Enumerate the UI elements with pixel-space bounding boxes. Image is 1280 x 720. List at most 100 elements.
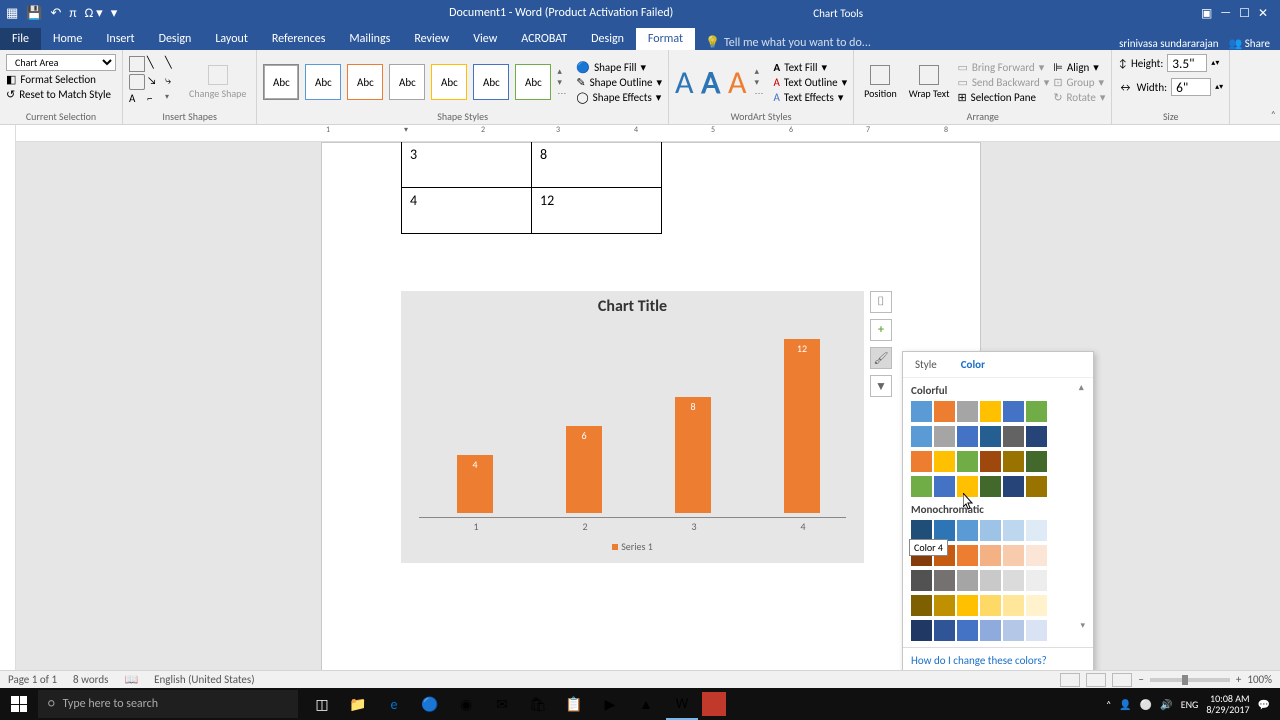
color-swatch[interactable] xyxy=(1003,620,1024,641)
color-swatch[interactable] xyxy=(980,620,1001,641)
shape-outline-button[interactable]: ✎ Shape Outline ▾ xyxy=(576,76,662,89)
color-swatch[interactable] xyxy=(957,451,978,472)
taskbar-search[interactable]: ○ Type here to search xyxy=(38,690,298,718)
tray-clock[interactable]: 10:08 AM8/29/2017 xyxy=(1206,693,1249,715)
bring-forward-button[interactable]: ▭ Bring Forward ▾ xyxy=(957,61,1049,74)
color-swatch[interactable] xyxy=(957,426,978,447)
data-table[interactable]: 38 412 xyxy=(401,142,662,234)
start-button[interactable] xyxy=(0,688,38,720)
color-swatch[interactable] xyxy=(934,476,955,497)
tab-design[interactable]: Design xyxy=(147,28,204,50)
color-swatch[interactable] xyxy=(980,426,1001,447)
wordart-style-2[interactable]: A xyxy=(702,63,721,102)
tab-insert[interactable]: Insert xyxy=(94,28,146,50)
color-swatch[interactable] xyxy=(957,545,978,566)
tray-network-icon[interactable]: ⚪ xyxy=(1140,698,1152,711)
color-swatch[interactable] xyxy=(1026,476,1047,497)
color-swatch[interactable] xyxy=(911,570,932,591)
height-field[interactable]: ↕ Height: ▴▾ xyxy=(1118,54,1219,72)
shape-style-5[interactable]: Abc xyxy=(431,64,467,100)
color-swatch[interactable] xyxy=(1026,595,1047,616)
flyout-tab-color[interactable]: Color xyxy=(949,352,997,377)
color-swatch[interactable] xyxy=(934,520,955,541)
color-swatch[interactable] xyxy=(957,520,978,541)
color-swatch[interactable] xyxy=(1026,520,1047,541)
color-swatch[interactable] xyxy=(934,451,955,472)
zoom-slider[interactable] xyxy=(1150,678,1230,682)
web-layout-button[interactable] xyxy=(1112,673,1132,687)
chart-element-dropdown[interactable]: Chart Area xyxy=(6,54,116,71)
file-explorer-icon[interactable]: 📁 xyxy=(342,688,374,720)
chart-filters-button[interactable]: ▼ xyxy=(870,375,892,397)
tab-file[interactable]: File xyxy=(0,28,41,50)
zoom-out-button[interactable]: − xyxy=(1138,673,1143,686)
tab-chart-format[interactable]: Format xyxy=(636,28,695,50)
shape-style-2[interactable]: Abc xyxy=(305,64,341,100)
word-running-icon[interactable]: W xyxy=(666,688,698,720)
shape-arrow-icon[interactable]: ↘ xyxy=(147,74,163,90)
color-swatch[interactable] xyxy=(980,476,1001,497)
wordart-style-1[interactable]: A xyxy=(675,63,694,102)
flyout-tab-style[interactable]: Style xyxy=(903,352,949,377)
send-backward-button[interactable]: ▭ Send Backward ▾ xyxy=(957,76,1049,89)
status-page[interactable]: Page 1 of 1 xyxy=(8,673,57,686)
chart-legend[interactable]: Series 1 xyxy=(401,540,864,553)
color-swatch[interactable] xyxy=(911,476,932,497)
color-swatch[interactable] xyxy=(1026,426,1047,447)
wordart-style-3[interactable]: A xyxy=(728,63,747,102)
group-button[interactable]: ⊡ Group ▾ xyxy=(1053,76,1105,89)
shape-roundrect-icon[interactable] xyxy=(129,74,145,90)
shape-style-3[interactable]: Abc xyxy=(347,64,383,100)
color-swatch[interactable] xyxy=(957,476,978,497)
color-swatch[interactable] xyxy=(957,570,978,591)
color-swatch[interactable] xyxy=(1003,545,1024,566)
chart-title[interactable]: Chart Title xyxy=(401,291,864,316)
app-icon[interactable]: ◉ xyxy=(450,688,482,720)
mail-icon[interactable]: ✉ xyxy=(486,688,518,720)
app2-icon[interactable]: ▲ xyxy=(630,688,662,720)
text-effects-button[interactable]: A Text Effects ▾ xyxy=(774,91,848,104)
tab-references[interactable]: References xyxy=(260,28,338,50)
customize-icon[interactable]: Ω ▾ xyxy=(85,6,103,21)
color-swatch[interactable] xyxy=(934,620,955,641)
maximize-icon[interactable]: ☐ xyxy=(1239,6,1250,21)
tab-review[interactable]: Review xyxy=(402,28,461,50)
tab-home[interactable]: Home xyxy=(41,28,94,50)
color-swatch[interactable] xyxy=(957,401,978,422)
status-language[interactable]: English (United States) xyxy=(154,673,254,686)
color-swatch[interactable] xyxy=(911,520,932,541)
color-swatch[interactable] xyxy=(980,520,1001,541)
shape-style-7[interactable]: Abc xyxy=(515,64,551,100)
color-swatch[interactable] xyxy=(1026,570,1047,591)
color-swatch[interactable] xyxy=(1003,426,1024,447)
color-swatch[interactable] xyxy=(1003,570,1024,591)
tray-notifications-icon[interactable]: 💬 xyxy=(1258,698,1270,711)
shape-effects-button[interactable]: ◯ Shape Effects ▾ xyxy=(576,91,662,104)
shape-line-icon[interactable]: ╲ xyxy=(147,56,163,72)
tell-me-search[interactable]: 💡 Tell me what you want to do... xyxy=(695,35,1119,50)
app3-icon[interactable] xyxy=(702,692,726,716)
tab-chart-design[interactable]: Design xyxy=(579,28,636,50)
color-swatch[interactable] xyxy=(1003,595,1024,616)
word-taskbar-icon[interactable]: 📋 xyxy=(558,688,590,720)
status-words[interactable]: 8 words xyxy=(73,673,108,686)
color-swatch[interactable] xyxy=(1003,451,1024,472)
shape-line2-icon[interactable]: ╲ xyxy=(165,56,181,72)
tab-acrobat[interactable]: ACROBAT xyxy=(509,28,579,50)
collapse-ribbon-icon[interactable]: ˄ xyxy=(1271,108,1276,121)
layout-options-button[interactable]: ⌷ xyxy=(870,291,892,313)
flyout-scroll-down-icon[interactable]: ▾ xyxy=(1080,620,1085,641)
shape-style-6[interactable]: Abc xyxy=(473,64,509,100)
format-selection-button[interactable]: ◧ Format Selection xyxy=(6,73,96,86)
zoom-level[interactable]: 100% xyxy=(1247,673,1272,686)
align-button[interactable]: ⊫ Align ▾ xyxy=(1053,61,1105,74)
text-fill-button[interactable]: A Text Fill ▾ xyxy=(774,61,848,74)
color-swatch[interactable] xyxy=(980,570,1001,591)
shape-textbox-icon[interactable]: A xyxy=(129,92,145,108)
selection-pane-button[interactable]: ⊞ Selection Pane xyxy=(957,91,1049,104)
tray-people-icon[interactable]: 👤 xyxy=(1119,698,1131,711)
color-swatch[interactable] xyxy=(1026,545,1047,566)
text-outline-button[interactable]: A Text Outline ▾ xyxy=(774,76,848,89)
tray-lang[interactable]: ENG xyxy=(1181,698,1199,711)
ribbon-options-icon[interactable]: ▣ xyxy=(1201,6,1212,21)
